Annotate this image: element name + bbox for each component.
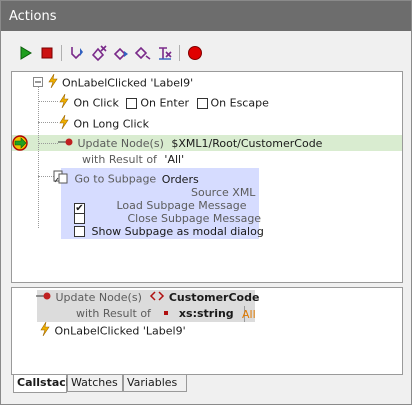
show-modal-checkbox[interactable]	[74, 226, 85, 237]
window-title: Actions	[1, 1, 411, 31]
with-result-row: with Result of 'All'	[82, 152, 184, 168]
on-escape-checkbox[interactable]	[196, 97, 208, 109]
update-node-path: $XML1/Root/CustomerCode	[171, 137, 323, 150]
tab-variables[interactable]: Variables	[123, 375, 187, 392]
goto-subpage-value: Orders	[161, 172, 199, 186]
event-lightning-icon	[58, 93, 70, 113]
goto-subpage-action[interactable]: Go to Subpage Orders	[53, 170, 199, 186]
event-lightning-icon	[39, 321, 51, 341]
value-dot-icon	[164, 311, 169, 315]
callstack-update-node[interactable]: Update Node(s) CustomerCode	[36, 290, 259, 306]
callstack-root-event[interactable]: OnLabelClicked 'Label9'	[39, 321, 186, 341]
update-node-icon	[36, 290, 52, 306]
on-enter-label: On Enter	[140, 96, 189, 110]
run-to-cursor-icon[interactable]	[155, 43, 175, 63]
toolbar-separator	[179, 45, 180, 61]
callstack-customer-code: CustomerCode	[168, 291, 260, 304]
stop-icon[interactable]	[37, 43, 57, 63]
step-next-icon[interactable]	[133, 43, 153, 63]
on-long-click-label: On Long Click	[73, 117, 149, 131]
callstack-update-label: Update Node(s)	[55, 291, 142, 304]
goto-subpage-label: Go to Subpage	[74, 172, 157, 186]
run-icon[interactable]	[15, 43, 35, 63]
tab-callstack[interactable]: Callstack	[13, 375, 73, 393]
on-long-click-event[interactable]: On Long Click	[58, 114, 149, 134]
goto-subpage-icon	[53, 170, 71, 189]
step-over-icon[interactable]	[89, 43, 109, 63]
show-modal-label: Show Subpage as modal dialog	[91, 225, 264, 238]
collapse-icon[interactable]	[33, 76, 43, 92]
show-modal-row[interactable]: Show Subpage as modal dialog	[74, 224, 264, 240]
on-enter-checkbox[interactable]	[126, 97, 138, 109]
on-click-event[interactable]: On Click On Enter On Escape	[58, 93, 269, 113]
on-click-label: On Click	[73, 96, 119, 110]
root-event-label: OnLabelClicked 'Label9'	[62, 76, 194, 90]
debug-tabs: Callstack Watches Variables	[11, 375, 403, 393]
close-subpage-message-checkbox[interactable]	[74, 213, 85, 224]
on-escape-label: On Escape	[210, 96, 269, 110]
actions-tree-pane[interactable]: OnLabelClicked 'Label9' On Click On Ente…	[11, 71, 403, 283]
debug-toolbar	[11, 43, 211, 65]
callstack-with-result-row: with Result of xs:string	[76, 306, 234, 322]
current-step-arrow-icon	[12, 135, 30, 154]
step-out-icon[interactable]	[111, 43, 131, 63]
callstack-pane[interactable]: Update Node(s) CustomerCode with Result …	[11, 287, 403, 375]
callstack-root-label: OnLabelClicked 'Label9'	[54, 324, 186, 338]
update-node-label: Update Node(s)	[77, 137, 164, 150]
tab-watches[interactable]: Watches	[67, 375, 123, 392]
element-icon	[149, 290, 165, 306]
callstack-type-value: xs:string	[178, 307, 234, 320]
tree-root[interactable]: OnLabelClicked 'Label9'	[33, 73, 194, 93]
event-lightning-icon	[47, 73, 59, 93]
update-node-action[interactable]: Update Node(s) $XML1/Root/CustomerCode	[58, 136, 322, 152]
with-result-label: with Result of	[82, 153, 157, 166]
toolbar-separator	[61, 45, 62, 61]
breakpoint-icon[interactable]	[185, 43, 205, 63]
step-into-icon[interactable]	[67, 43, 87, 63]
callstack-result-value: All	[242, 308, 256, 321]
event-lightning-icon	[58, 114, 70, 134]
callstack-with-result-label: with Result of	[76, 307, 151, 320]
with-result-value: 'All'	[164, 153, 185, 166]
update-node-icon	[58, 136, 74, 152]
actions-window: Actions OnLabelClicked 'Label9' On Click…	[0, 0, 412, 405]
